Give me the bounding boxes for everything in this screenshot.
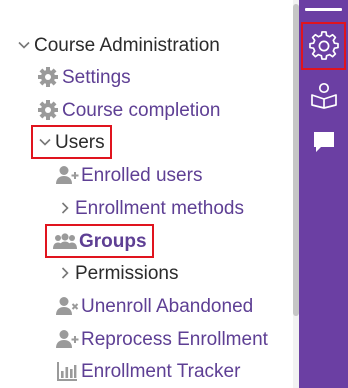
tree-node-settings[interactable]: Settings [36,62,131,92]
remove-user-icon [56,297,79,315]
chat-icon [313,132,334,152]
chevron-right-icon [61,202,69,214]
tree-label-permissions: Permissions [75,262,179,284]
gear-icon [38,67,58,87]
tree-label-enrolled-users: Enrolled users [81,164,203,186]
rail-active-indicator [305,8,342,11]
tree-label-reprocess-enrollment: Reprocess Enrollment [81,328,268,350]
highlight-rail-settings [301,22,346,70]
tree-node-course-administration[interactable]: Course Administration [17,30,220,60]
tree-node-enrolled-users[interactable]: Enrolled users [55,160,202,190]
chevron-down-icon [18,41,30,49]
add-user-icon [56,166,79,184]
highlight-groups [45,224,154,258]
rail-chat-button[interactable] [303,121,344,163]
tree-node-permissions[interactable]: Permissions [58,258,178,288]
chevron-right-icon [61,267,69,279]
tree-label-course-administration: Course Administration [34,34,220,56]
tree-node-reprocess-enrollment[interactable]: Reprocess Enrollment [55,324,268,354]
course-admin-tree: Course Administration Settings Course co… [0,0,293,388]
gear-icon [38,100,58,120]
tree-node-unenroll-abandoned[interactable]: Unenroll Abandoned [55,291,253,321]
rail-course-button[interactable] [303,74,344,116]
tree-node-enrollment-tracker[interactable]: Enrollment Tracker [55,356,240,386]
tree-label-enrollment-tracker: Enrollment Tracker [81,360,241,382]
tree-label-unenroll-abandoned: Unenroll Abandoned [81,295,254,317]
tree-label-course-completion: Course completion [62,99,221,121]
right-drawer-rail [299,0,348,388]
add-user-icon [56,330,79,348]
tree-label-settings: Settings [62,66,131,88]
tree-node-course-completion[interactable]: Course completion [36,95,220,125]
course-reader-icon [310,82,337,109]
highlight-users [31,125,112,159]
tree-label-enrollment-methods: Enrollment methods [75,197,244,219]
bar-chart-icon [57,362,77,381]
tree-node-enrollment-methods[interactable]: Enrollment methods [58,193,244,223]
